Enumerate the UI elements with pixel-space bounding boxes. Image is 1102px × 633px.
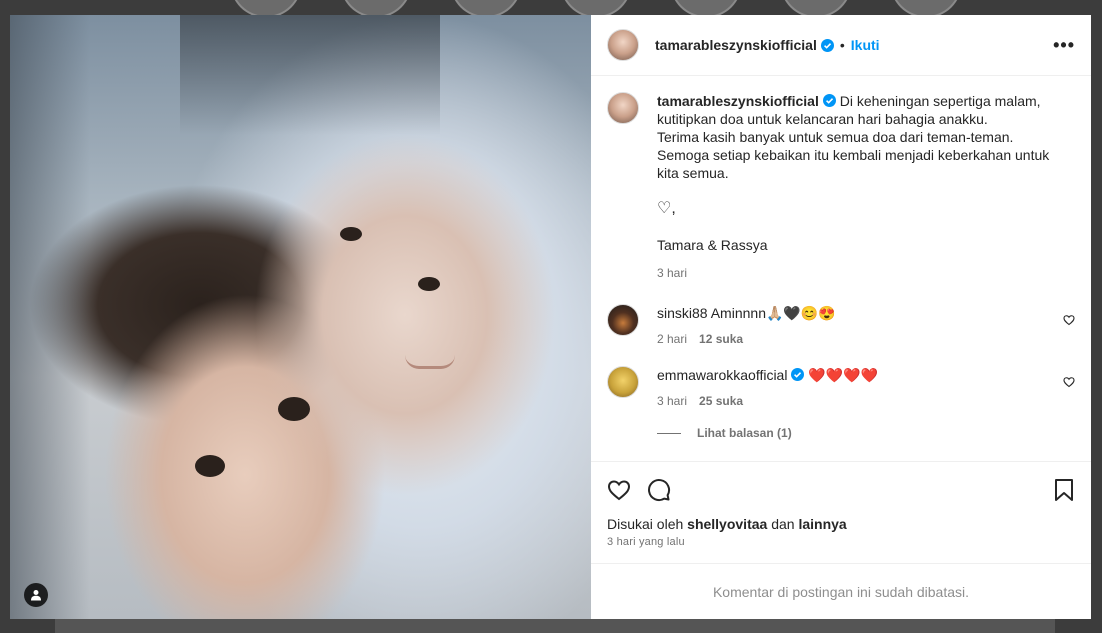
comment-item: sinski88 Aminnnn🙏🏼🖤😊😍 2 hari 12 suka [607, 304, 1075, 348]
view-replies-button[interactable]: Lihat balasan (1) [657, 426, 1075, 440]
comment-item: emmawarokkaofficial ❤️❤️❤️❤️ 3 hari 25 su… [607, 366, 1075, 410]
comment-username[interactable]: emmawarokkaofficial [657, 367, 787, 383]
comment-likes[interactable]: 12 suka [699, 332, 743, 346]
user-tag-icon [31, 590, 41, 601]
comment-text: ❤️❤️❤️❤️ [808, 367, 879, 383]
likes-prefix: Disukai oleh [607, 516, 684, 532]
likes-summary: Disukai oleh shellyovitaa dan lainnya [607, 516, 1075, 532]
save-bookmark-icon[interactable] [1053, 478, 1075, 502]
photo-detail [418, 277, 440, 291]
post-photo[interactable] [10, 15, 591, 619]
photo-detail [340, 227, 362, 241]
replies-line [657, 432, 681, 434]
post-timestamp[interactable]: 3 hari yang lalu [607, 536, 1075, 548]
user-tag-button[interactable] [24, 583, 48, 607]
background-grid-strip [55, 617, 1055, 633]
commenter-avatar[interactable] [607, 366, 639, 398]
author-username[interactable]: tamarableszynskiofficial [655, 37, 817, 53]
comment-username[interactable]: sinski88 [657, 305, 708, 321]
comment-heart-icon[interactable] [1063, 314, 1075, 326]
caption-body: tamarableszynskiofficial Di keheningan s… [657, 92, 1075, 182]
likes-middle: dan [771, 516, 795, 532]
comments-scroll-area[interactable]: tamarableszynskiofficial Di keheningan s… [591, 76, 1091, 461]
liked-by-user[interactable]: shellyovitaa [687, 516, 767, 532]
verified-badge-icon [820, 38, 834, 52]
caption: tamarableszynskiofficial Di keheningan s… [607, 92, 1075, 282]
separator-dot: • [839, 37, 845, 53]
photo-detail [195, 455, 225, 477]
photo-detail [278, 397, 310, 421]
more-options-icon[interactable]: ••• [1053, 35, 1075, 56]
verified-badge-icon [822, 94, 836, 107]
caption-username[interactable]: tamarableszynskiofficial [657, 93, 819, 109]
author-avatar[interactable] [607, 29, 639, 61]
caption-signature: Tamara & Rassya [657, 237, 768, 253]
caption-heart-line: ♡, [657, 200, 676, 217]
comments-limited-notice: Komentar di postingan ini sudah dibatasi… [591, 563, 1091, 619]
post-actions: Disukai oleh shellyovitaa dan lainnya 3 … [591, 461, 1091, 548]
comment-time[interactable]: 3 hari [657, 394, 687, 408]
verified-badge-icon [791, 368, 805, 381]
heart-icon[interactable] [607, 478, 631, 502]
comment-time[interactable]: 2 hari [657, 332, 687, 346]
photo-detail [405, 355, 455, 369]
caption-avatar[interactable] [607, 92, 639, 124]
comment-text: Aminnnn🙏🏼🖤😊😍 [710, 305, 836, 321]
view-replies-label: Lihat balasan (1) [697, 426, 792, 440]
comment-likes[interactable]: 25 suka [699, 394, 743, 408]
post-side-panel: tamarableszynskiofficial • Ikuti ••• tam… [591, 15, 1091, 619]
likes-others[interactable]: lainnya [798, 516, 846, 532]
action-icons-bar [607, 470, 1075, 510]
post-header: tamarableszynskiofficial • Ikuti ••• [591, 15, 1091, 76]
post-modal: tamarableszynskiofficial • Ikuti ••• tam… [10, 15, 1091, 619]
caption-time: 3 hari [657, 266, 688, 280]
comment-icon[interactable] [647, 478, 671, 502]
commenter-avatar[interactable] [607, 304, 639, 336]
comment-heart-icon[interactable] [1063, 376, 1075, 388]
follow-button[interactable]: Ikuti [851, 37, 880, 53]
